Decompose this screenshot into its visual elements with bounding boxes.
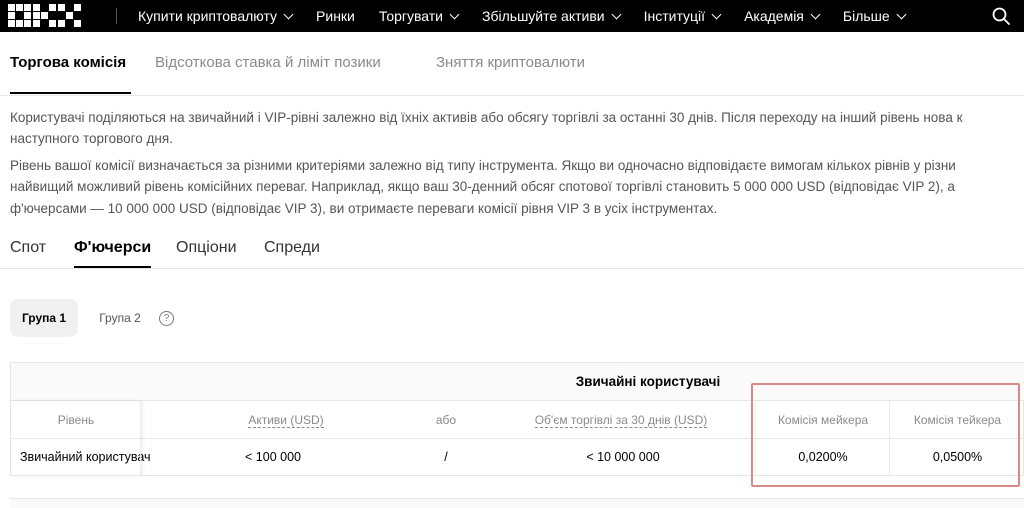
description-line: Користувачі поділяються на звичайний і V…	[10, 110, 963, 125]
chevron-down-icon	[896, 9, 907, 19]
chevron-down-icon	[711, 9, 722, 19]
logo-k	[33, 4, 56, 28]
header-volume[interactable]: Об'єм торгівлі за 30 днів (USD)	[491, 402, 751, 438]
highlight-box	[751, 383, 1020, 487]
tab-spreads[interactable]: Спреди	[264, 239, 320, 257]
description-line: Рівень вашої комісії визначається за різ…	[10, 158, 956, 173]
header-level: Рівень	[57, 413, 95, 427]
nav-item[interactable]: Ринки	[316, 8, 355, 24]
nav-item-label: Торгувати	[378, 8, 444, 24]
column-divider	[140, 401, 141, 476]
nav-item[interactable]: Купити криптовалюту	[138, 8, 294, 24]
nav-item[interactable]: Інституції	[643, 8, 722, 24]
description-line: найвищий можливий рівень комісійних пере…	[10, 179, 955, 194]
tab-interest-rate[interactable]: Відсоткова ставка й ліміт позики	[155, 54, 381, 71]
help-icon[interactable]: ?	[159, 311, 174, 326]
header-or: або	[435, 413, 457, 427]
group-2-button[interactable]: Група 2	[90, 299, 150, 337]
nav-item-label: Інституції	[643, 8, 706, 24]
cell-or: /	[444, 450, 448, 464]
search-icon[interactable]	[992, 7, 1010, 25]
chevron-down-icon	[283, 9, 294, 19]
tab-trading-fee[interactable]: Торгова комісія	[10, 54, 126, 71]
description-line: ф'ючерсами — 10 000 000 USD (відповідає …	[10, 201, 718, 216]
tab-crypto-withdrawal[interactable]: Зняття криптовалюти	[436, 54, 585, 71]
tab-options[interactable]: Опціони	[176, 239, 237, 257]
nav-item-label: Академія	[744, 8, 804, 24]
logo-o	[8, 4, 31, 28]
top-nav: Купити криптовалюту Ринки Торгувати Збільшу…	[0, 0, 1024, 32]
next-table-edge	[10, 498, 1024, 508]
cell-level: Звичайний користувач	[20, 450, 151, 464]
active-tab-underline	[10, 92, 131, 94]
header-assets[interactable]: Активи (USD)	[141, 402, 431, 438]
nav-item-label: Більше	[842, 8, 890, 24]
header-volume-label: Об'єм торгівлі за 30 днів (USD)	[534, 412, 708, 428]
nav-item-label: Ринки	[316, 8, 355, 24]
cell-assets: < 100 000	[245, 450, 301, 464]
nav-item-label: Збільшуйте активи	[482, 8, 605, 24]
nav-divider	[116, 8, 117, 24]
nav-item[interactable]: Академія	[744, 8, 821, 24]
chevron-down-icon	[449, 9, 460, 19]
nav-item[interactable]: Торгувати	[378, 8, 460, 24]
description-line: наступного торгового дня.	[10, 131, 173, 146]
tab-futures[interactable]: Ф'ючерси	[74, 239, 151, 257]
nav-item-label: Купити криптовалюту	[138, 8, 278, 24]
header-assets-label: Активи (USD)	[248, 412, 324, 428]
nav-item[interactable]: Збільшуйте активи	[482, 8, 622, 24]
instrument-tabs-divider	[0, 268, 1024, 269]
cell-volume: < 10 000 000	[586, 450, 660, 464]
nav-item[interactable]: Більше	[842, 8, 907, 24]
group-1-button[interactable]: Група 1	[10, 299, 78, 337]
okx-logo[interactable]	[8, 4, 90, 28]
nav-menu: Купити криптовалюту Ринки Торгувати Збільшу…	[138, 0, 929, 32]
logo-x	[58, 4, 81, 28]
chevron-down-icon	[611, 9, 622, 19]
page-tabs: Торгова комісія Відсоткова ставка й лімі…	[0, 32, 1024, 96]
chevron-down-icon	[810, 9, 821, 19]
tab-spot[interactable]: Спот	[10, 239, 46, 257]
